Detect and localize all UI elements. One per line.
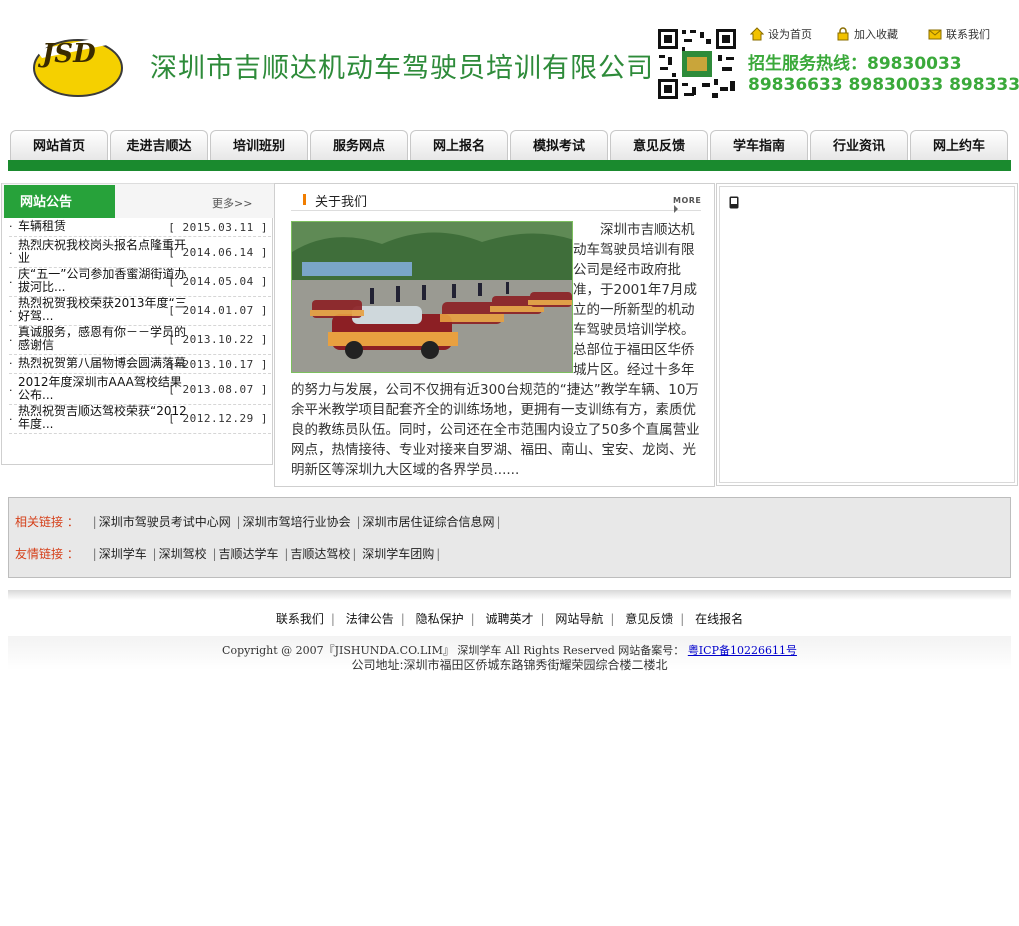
- notice-item[interactable]: · 2012年度深圳市AAA驾校结果公布... [ 2013.08.07 ]: [9, 376, 271, 405]
- about-more-link[interactable]: MORE: [673, 196, 701, 215]
- notice-item[interactable]: · 真诚服务，感恩有你－－学员的感谢信 [ 2013.10.22 ]: [9, 326, 271, 355]
- notice-panel: 网站公告 更多>> · 车辆租赁 [ 2015.03.11 ] · 热烈庆祝我校…: [1, 183, 274, 465]
- set-homepage-label: 设为首页: [768, 28, 812, 41]
- friend-link[interactable]: 深圳学车团购: [362, 547, 434, 561]
- notice-item-title: 真诚服务，感恩有你－－学员的感谢信: [18, 325, 187, 352]
- related-links-label: 相关链接 ：: [15, 515, 79, 529]
- footer-link-contact[interactable]: 联系我们: [276, 612, 324, 626]
- notice-item-date: [ 2013.10.17 ]: [168, 358, 268, 371]
- right-panel: [716, 183, 1018, 486]
- nav-outlets[interactable]: 服务网点: [310, 130, 408, 161]
- hotline-numbers: 89836633 89830033 89833363: [748, 75, 1019, 95]
- notice-item-title: 热烈祝贺第八届物博会圆满落幕: [18, 356, 187, 370]
- orange-marker-icon: [303, 194, 306, 205]
- notice-item-title: 车辆租赁: [18, 219, 67, 233]
- friend-link[interactable]: 深圳学车: [99, 547, 147, 561]
- notice-item-date: [ 2012.12.29 ]: [168, 412, 268, 425]
- right-panel-inner: [719, 186, 1015, 483]
- footer-link-signup[interactable]: 在线报名: [695, 612, 743, 626]
- envelope-icon: [928, 29, 942, 40]
- nav-feedback[interactable]: 意见反馈: [610, 130, 708, 161]
- footer-link-privacy[interactable]: 隐私保护: [416, 612, 464, 626]
- related-links-row: 相关链接 ： | 深圳市驾驶员考试中心网 | 深圳市驾培行业协会 | 深圳市居住证综合…: [15, 515, 501, 529]
- notice-item-date: [ 2014.01.07 ]: [168, 304, 268, 317]
- nav-news[interactable]: 行业资讯: [810, 130, 908, 161]
- notice-item-date: [ 2014.05.04 ]: [168, 275, 268, 288]
- notice-item[interactable]: · 热烈庆祝我校岗头报名点隆重开业 [ 2014.06.14 ]: [9, 239, 271, 268]
- nav-classes[interactable]: 培训班别: [210, 130, 308, 161]
- notice-item-title: 热烈庆祝我校岗头报名点隆重开业: [18, 238, 187, 265]
- footer-divider: [8, 590, 1011, 600]
- add-favorite-link[interactable]: 加入收藏: [836, 26, 898, 42]
- add-favorite-label: 加入收藏: [854, 28, 898, 41]
- notice-item[interactable]: · 热烈祝贺吉顺达驾校荣获“2012年度... [ 2012.12.29 ]: [9, 405, 271, 434]
- phone-icon: [729, 196, 739, 209]
- footer-link-careers[interactable]: 诚聘英才: [485, 612, 533, 626]
- notice-item-title: 2012年度深圳市AAA驾校结果公布...: [18, 375, 182, 402]
- contact-us-link[interactable]: 联系我们: [928, 26, 990, 42]
- notice-item[interactable]: · 热烈祝贺我校荣获2013年度“三好驾... [ 2014.01.07 ]: [9, 297, 271, 326]
- friend-link[interactable]: 吉顺达驾校: [290, 547, 350, 561]
- about-title: 关于我们: [315, 195, 368, 210]
- links-box: 相关链接 ： | 深圳市驾驶员考试中心网 | 深圳市驾培行业协会 | 深圳市居住证综合…: [8, 497, 1011, 578]
- about-text: 深圳市吉顺达机动车驾驶员培训有限公司是经市政府批准，于2001年7月成立的一所新…: [291, 220, 701, 480]
- related-link[interactable]: 深圳市驾培行业协会: [243, 515, 351, 529]
- company-address: 公司地址:深圳市福田区侨城东路锦秀街耀荣园综合楼二楼北: [351, 658, 668, 672]
- notice-more-link[interactable]: 更多>>: [212, 195, 252, 211]
- nav-guide[interactable]: 学车指南: [710, 130, 808, 161]
- nav-mock-exam[interactable]: 模拟考试: [510, 130, 608, 161]
- lock-icon: [837, 27, 849, 41]
- about-panel: 关于我们 MORE 深圳市吉顺达机动车驾驶员培训有限公司是经市政府批准，于200…: [274, 183, 715, 487]
- friend-link[interactable]: 吉顺达学车: [218, 547, 278, 561]
- footer-link-legal[interactable]: 法律公告: [346, 612, 394, 626]
- footer-nav: 联系我们 | 法律公告 | 隐私保护 | 诚聘英才 | 网站导航 | 意见反馈 | 在线报名: [275, 612, 744, 626]
- nav-bar-strip: [8, 160, 1011, 171]
- footer-link-feedback[interactable]: 意见反馈: [625, 612, 673, 626]
- svg-text:JSD: JSD: [37, 39, 96, 69]
- notice-item-title: 热烈祝贺我校荣获2013年度“三好驾...: [18, 296, 187, 323]
- notice-header: 网站公告 更多>>: [2, 183, 274, 218]
- logo[interactable]: JSD: [28, 28, 136, 98]
- related-link[interactable]: 深圳市驾驶员考试中心网: [99, 515, 231, 529]
- nav-home[interactable]: 网站首页: [10, 130, 108, 161]
- about-header: 关于我们 MORE: [291, 188, 701, 213]
- notice-item-title: 热烈祝贺吉顺达驾校荣获“2012年度...: [18, 404, 187, 431]
- notice-item-date: [ 2014.06.14 ]: [168, 246, 268, 259]
- related-link[interactable]: 深圳市居住证综合信息网: [362, 515, 494, 529]
- arrow-right-icon: [674, 205, 678, 213]
- friend-links-row: 友情链接 ： | 深圳学车 | 深圳驾校 | 吉顺达学车 | 吉顺达驾校 | 深圳学车团购…: [15, 547, 441, 561]
- main-nav: 网站首页 走进吉顺达 培训班别 服务网点 网上报名 模拟考试 意见反馈 学车指南…: [8, 130, 1011, 161]
- about-more-label: MORE: [673, 196, 702, 205]
- footer-link-sitemap[interactable]: 网站导航: [555, 612, 603, 626]
- friend-links-label: 友情链接 ：: [15, 547, 79, 561]
- notice-item[interactable]: · 庆“五一”公司参加香蜜湖街道办拔河比... [ 2014.05.04 ]: [9, 268, 271, 297]
- notice-item-date: [ 2013.10.22 ]: [168, 333, 268, 346]
- nav-signup[interactable]: 网上报名: [410, 130, 508, 161]
- home-icon: [750, 27, 764, 41]
- nav-about[interactable]: 走进吉顺达: [110, 130, 208, 161]
- company-name: 深圳市吉顺达机动车驾驶员培训有限公司: [150, 53, 654, 84]
- set-homepage-link[interactable]: 设为首页: [750, 26, 812, 42]
- notice-item-title: 庆“五一”公司参加香蜜湖街道办拔河比...: [18, 267, 187, 294]
- qr-code: [656, 27, 738, 101]
- notice-item[interactable]: · 热烈祝贺第八届物博会圆满落幕 [ 2013.10.17 ]: [9, 357, 271, 374]
- contact-us-label: 联系我们: [946, 28, 990, 41]
- notice-item[interactable]: · 车辆租赁 [ 2015.03.11 ]: [9, 220, 271, 237]
- friend-link[interactable]: 深圳驾校: [159, 547, 207, 561]
- top-links: 设为首页 加入收藏 联系我们: [750, 26, 1010, 44]
- nav-booking[interactable]: 网上约车: [910, 130, 1008, 161]
- hotline-primary: 招生服务热线：89830033: [748, 54, 962, 74]
- notice-item-date: [ 2015.03.11 ]: [168, 221, 268, 234]
- notice-item-date: [ 2013.08.07 ]: [168, 383, 268, 396]
- notice-title: 网站公告: [4, 185, 115, 218]
